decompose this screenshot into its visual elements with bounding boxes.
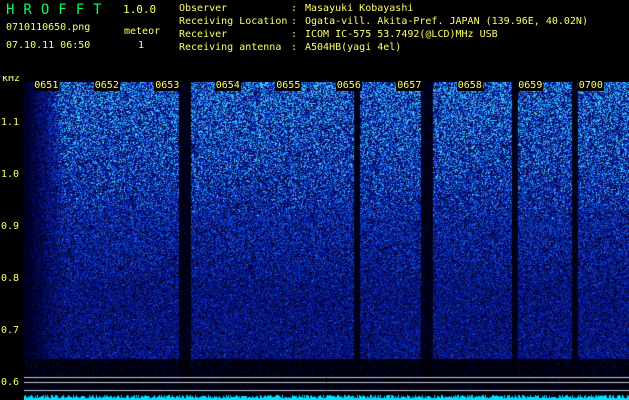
file-name: 0710110650.png bbox=[6, 22, 91, 33]
info-label: Observer bbox=[179, 3, 228, 14]
x-tick-label: 0654 bbox=[214, 80, 241, 91]
info-value: Ogata-vill. Akita-Pref. JAPAN (139.96E, … bbox=[305, 16, 588, 27]
info-value: A504HB(yagi 4el) bbox=[305, 42, 402, 53]
info-separator: : bbox=[291, 3, 298, 14]
x-tick-label: 0658 bbox=[456, 80, 483, 91]
y-tick-label: 0.8 bbox=[1, 273, 20, 285]
info-separator: : bbox=[291, 16, 298, 27]
x-tick-label: 0651 bbox=[33, 80, 60, 91]
x-tick-label: 0653 bbox=[154, 80, 181, 91]
meteor-count: 1 bbox=[138, 40, 145, 51]
y-tick-label: 0.6 bbox=[1, 377, 20, 389]
info-label: Receiver bbox=[179, 29, 228, 40]
info-separator: : bbox=[291, 29, 298, 40]
info-row-location: Receiving Location: Ogata-vill. Akita-Pre… bbox=[179, 16, 588, 27]
x-tick-label: 0652 bbox=[93, 80, 120, 91]
info-row-observer: Observer: Masayuki Kobayashi bbox=[179, 3, 413, 14]
info-value: ICOM IC-575 53.7492(@LCD)MHz USB bbox=[305, 29, 498, 40]
x-tick-label: 0657 bbox=[396, 80, 423, 91]
x-tick-label: 0656 bbox=[335, 80, 362, 91]
info-value: Masayuki Kobayashi bbox=[305, 3, 414, 14]
x-tick-label: 0659 bbox=[517, 80, 544, 91]
header: HROFFT 1.0.0 0710110650.png meteor 07.10… bbox=[0, 0, 629, 76]
y-axis-unit: kHz bbox=[2, 76, 21, 84]
info-row-receiver: Receiver: ICOM IC-575 53.7492(@LCD)MHz US… bbox=[179, 29, 498, 40]
meteor-label: meteor bbox=[124, 26, 161, 37]
x-tick-label: 0655 bbox=[275, 80, 302, 91]
y-tick-label: 0.7 bbox=[1, 325, 20, 337]
datetime: 07.10.11 06:50 bbox=[6, 40, 91, 51]
y-tick-label: 1.0 bbox=[1, 168, 20, 180]
info-label: Receiving antenna bbox=[179, 42, 282, 53]
info-label: Receiving Location bbox=[179, 16, 288, 27]
app-version: 1.0.0 bbox=[123, 3, 157, 16]
spectrogram-heatmap bbox=[24, 82, 629, 400]
info-row-antenna: Receiving antenna: A504HB(yagi 4el) bbox=[179, 42, 401, 53]
y-tick-label: 1.1 bbox=[1, 116, 20, 128]
spectrogram-panel: kHz 1.1 1.0 0.9 0.8 0.7 0.6 0651 0652 0653 0654 0… bbox=[0, 76, 629, 400]
y-tick-label: 0.9 bbox=[1, 220, 20, 232]
info-separator: : bbox=[291, 42, 298, 53]
x-tick-label: 0700 bbox=[577, 80, 604, 91]
app-title: HROFFT bbox=[6, 2, 111, 18]
